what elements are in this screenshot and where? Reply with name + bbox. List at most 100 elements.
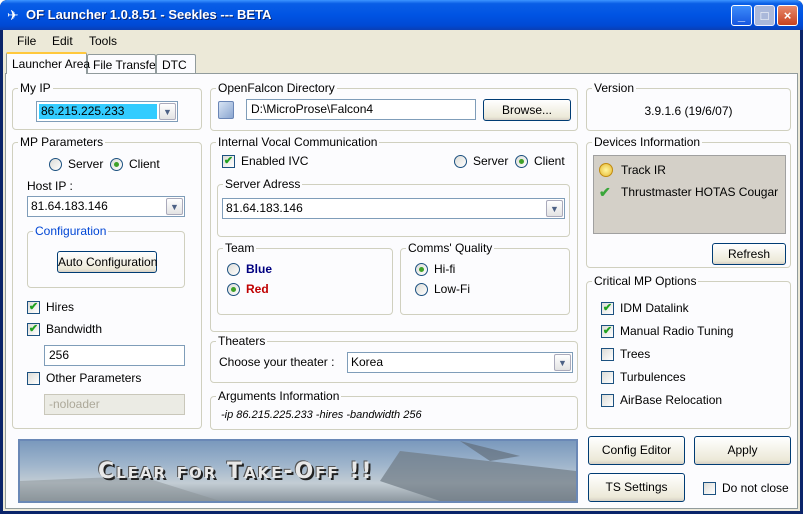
airbase-relocation-checkbox[interactable] [601, 394, 614, 407]
server-address-group: Server Adress 81.64.183.146 ▼ [217, 177, 570, 237]
team-blue-radio[interactable] [227, 263, 240, 276]
close-button[interactable]: × [777, 5, 798, 26]
trees-label: Trees [620, 347, 651, 361]
auto-configuration-button[interactable]: Auto Configuration [57, 251, 157, 273]
other-parameters-label: Other Parameters [46, 371, 142, 385]
host-ip-combo[interactable]: 81.64.183.146 ▼ [27, 196, 185, 217]
chevron-down-icon[interactable]: ▼ [159, 103, 176, 120]
turbulences-checkbox[interactable] [601, 371, 614, 384]
version-value: 3.9.1.6 (19/6/07) [644, 104, 733, 118]
quality-lofi-radio[interactable] [415, 283, 428, 296]
chevron-down-icon[interactable]: ▼ [554, 354, 571, 371]
version-group: Version 3.9.1.6 (19/6/07) [586, 81, 791, 131]
ivc-server-radio[interactable] [454, 155, 467, 168]
enabled-ivc-checkbox[interactable]: ✔ [222, 155, 235, 168]
devices-group: Devices Information Track IR ✔ Thrustmas… [586, 135, 791, 268]
quality-lofi-label: Low-Fi [434, 282, 471, 296]
mp-server-label: Server [68, 157, 104, 171]
takeoff-banner: Clear for Take-Off !! [18, 439, 578, 503]
app-window: ✈ OF Launcher 1.0.8.51 - Seekles --- BET… [0, 0, 803, 514]
version-label: Version [592, 81, 637, 95]
bandwidth-checkbox[interactable]: ✔ [27, 323, 40, 336]
config-editor-button[interactable]: Config Editor [588, 436, 685, 465]
theater-combo[interactable]: Korea ▼ [347, 352, 573, 373]
minimize-button[interactable]: _ [731, 5, 752, 26]
mp-server-radio[interactable] [49, 158, 62, 171]
launcher-panel: My IP 86.215.225.233 ▼ MP Parameters Ser… [5, 73, 798, 509]
maximize-button[interactable]: □ [754, 5, 775, 26]
other-parameters-input[interactable]: -noloader [44, 394, 185, 415]
apply-button[interactable]: Apply [694, 436, 791, 465]
mp-parameters-label: MP Parameters [18, 135, 106, 149]
menu-file[interactable]: File [17, 34, 36, 48]
my-ip-value: 86.215.225.233 [39, 104, 157, 119]
tab-file-transfer[interactable]: File Transfer [87, 54, 160, 74]
ivc-label: Internal Vocal Communication [216, 135, 380, 149]
bandwidth-label: Bandwidth [46, 322, 103, 336]
device-item: Track IR [621, 163, 666, 177]
arguments-value: -ip 86.215.225.233 -hires -bandwidth 256 [221, 409, 422, 421]
folder-icon [218, 101, 234, 119]
chevron-down-icon[interactable]: ▼ [546, 200, 563, 217]
ivc-client-label: Client [534, 154, 565, 168]
menu-tools[interactable]: Tools [89, 34, 117, 48]
of-directory-group: OpenFalcon Directory D:\MicroProse\Falco… [210, 81, 578, 131]
menu-edit[interactable]: Edit [52, 34, 73, 48]
enabled-ivc-label: Enabled IVC [241, 154, 309, 168]
hires-checkbox[interactable]: ✔ [27, 301, 40, 314]
team-red-radio[interactable] [227, 283, 240, 296]
track-ir-icon [599, 163, 613, 177]
ivc-group: Internal Vocal Communication ✔ Enabled I… [210, 135, 578, 332]
devices-list: Track IR ✔ Thrustmaster HOTAS Cougar [593, 155, 786, 234]
other-parameters-checkbox[interactable] [27, 372, 40, 385]
checkmark-icon: ✔ [599, 184, 611, 200]
window-title: OF Launcher 1.0.8.51 - Seekles --- BETA [26, 7, 272, 22]
server-address-value: 81.64.183.146 [226, 201, 303, 215]
bandwidth-input[interactable]: 256 [44, 345, 185, 366]
banner-text: Clear for Take-Off !! [98, 459, 374, 484]
server-address-label: Server Adress [223, 177, 303, 191]
ivc-client-radio[interactable] [515, 155, 528, 168]
refresh-button[interactable]: Refresh [712, 243, 786, 265]
idm-datalink-label: IDM Datalink [620, 301, 689, 315]
do-not-close-label: Do not close [722, 481, 789, 495]
window-client: File Edit Tools Launcher Area File Trans… [3, 30, 800, 511]
team-group: Team Blue Red [217, 241, 393, 315]
device-item: Thrustmaster HOTAS Cougar [621, 185, 779, 199]
quality-hifi-radio[interactable] [415, 263, 428, 276]
server-address-combo[interactable]: 81.64.183.146 ▼ [222, 198, 565, 219]
tab-dtc[interactable]: DTC [156, 54, 196, 74]
browse-button[interactable]: Browse... [483, 99, 571, 121]
manual-radio-tuning-checkbox[interactable]: ✔ [601, 325, 614, 338]
manual-radio-tuning-label: Manual Radio Tuning [620, 324, 734, 338]
host-ip-label: Host IP : [27, 179, 73, 193]
of-directory-input[interactable]: D:\MicroProse\Falcon4 [246, 99, 476, 120]
mp-client-radio[interactable] [110, 158, 123, 171]
my-ip-combo[interactable]: 86.215.225.233 ▼ [36, 101, 178, 122]
devices-label: Devices Information [592, 135, 703, 149]
comms-quality-label: Comms' Quality [406, 241, 495, 255]
menu-bar: File Edit Tools [3, 30, 800, 52]
of-directory-label: OpenFalcon Directory [216, 81, 337, 95]
hires-label: Hires [46, 300, 75, 314]
team-red-label: Red [246, 282, 269, 296]
idm-datalink-checkbox[interactable]: ✔ [601, 302, 614, 315]
ts-settings-button[interactable]: TS Settings [588, 473, 685, 502]
do-not-close-checkbox[interactable] [703, 482, 716, 495]
trees-checkbox[interactable] [601, 348, 614, 361]
theaters-group: Theaters Choose your theater : Korea ▼ [210, 334, 578, 383]
arguments-label: Arguments Information [216, 389, 342, 403]
configuration-label: Configuration [33, 224, 109, 238]
airbase-relocation-label: AirBase Relocation [620, 393, 723, 407]
theater-value: Korea [351, 355, 384, 369]
host-ip-value: 81.64.183.146 [31, 199, 108, 213]
title-bar[interactable]: ✈ OF Launcher 1.0.8.51 - Seekles --- BET… [0, 0, 803, 30]
ivc-server-label: Server [473, 154, 509, 168]
mp-client-label: Client [129, 157, 160, 171]
team-blue-label: Blue [246, 262, 273, 276]
app-jet-icon: ✈ [7, 7, 19, 23]
choose-theater-label: Choose your theater : [219, 355, 335, 369]
chevron-down-icon[interactable]: ▼ [166, 198, 183, 215]
tab-launcher-area[interactable]: Launcher Area [6, 52, 90, 74]
team-label: Team [223, 241, 257, 255]
